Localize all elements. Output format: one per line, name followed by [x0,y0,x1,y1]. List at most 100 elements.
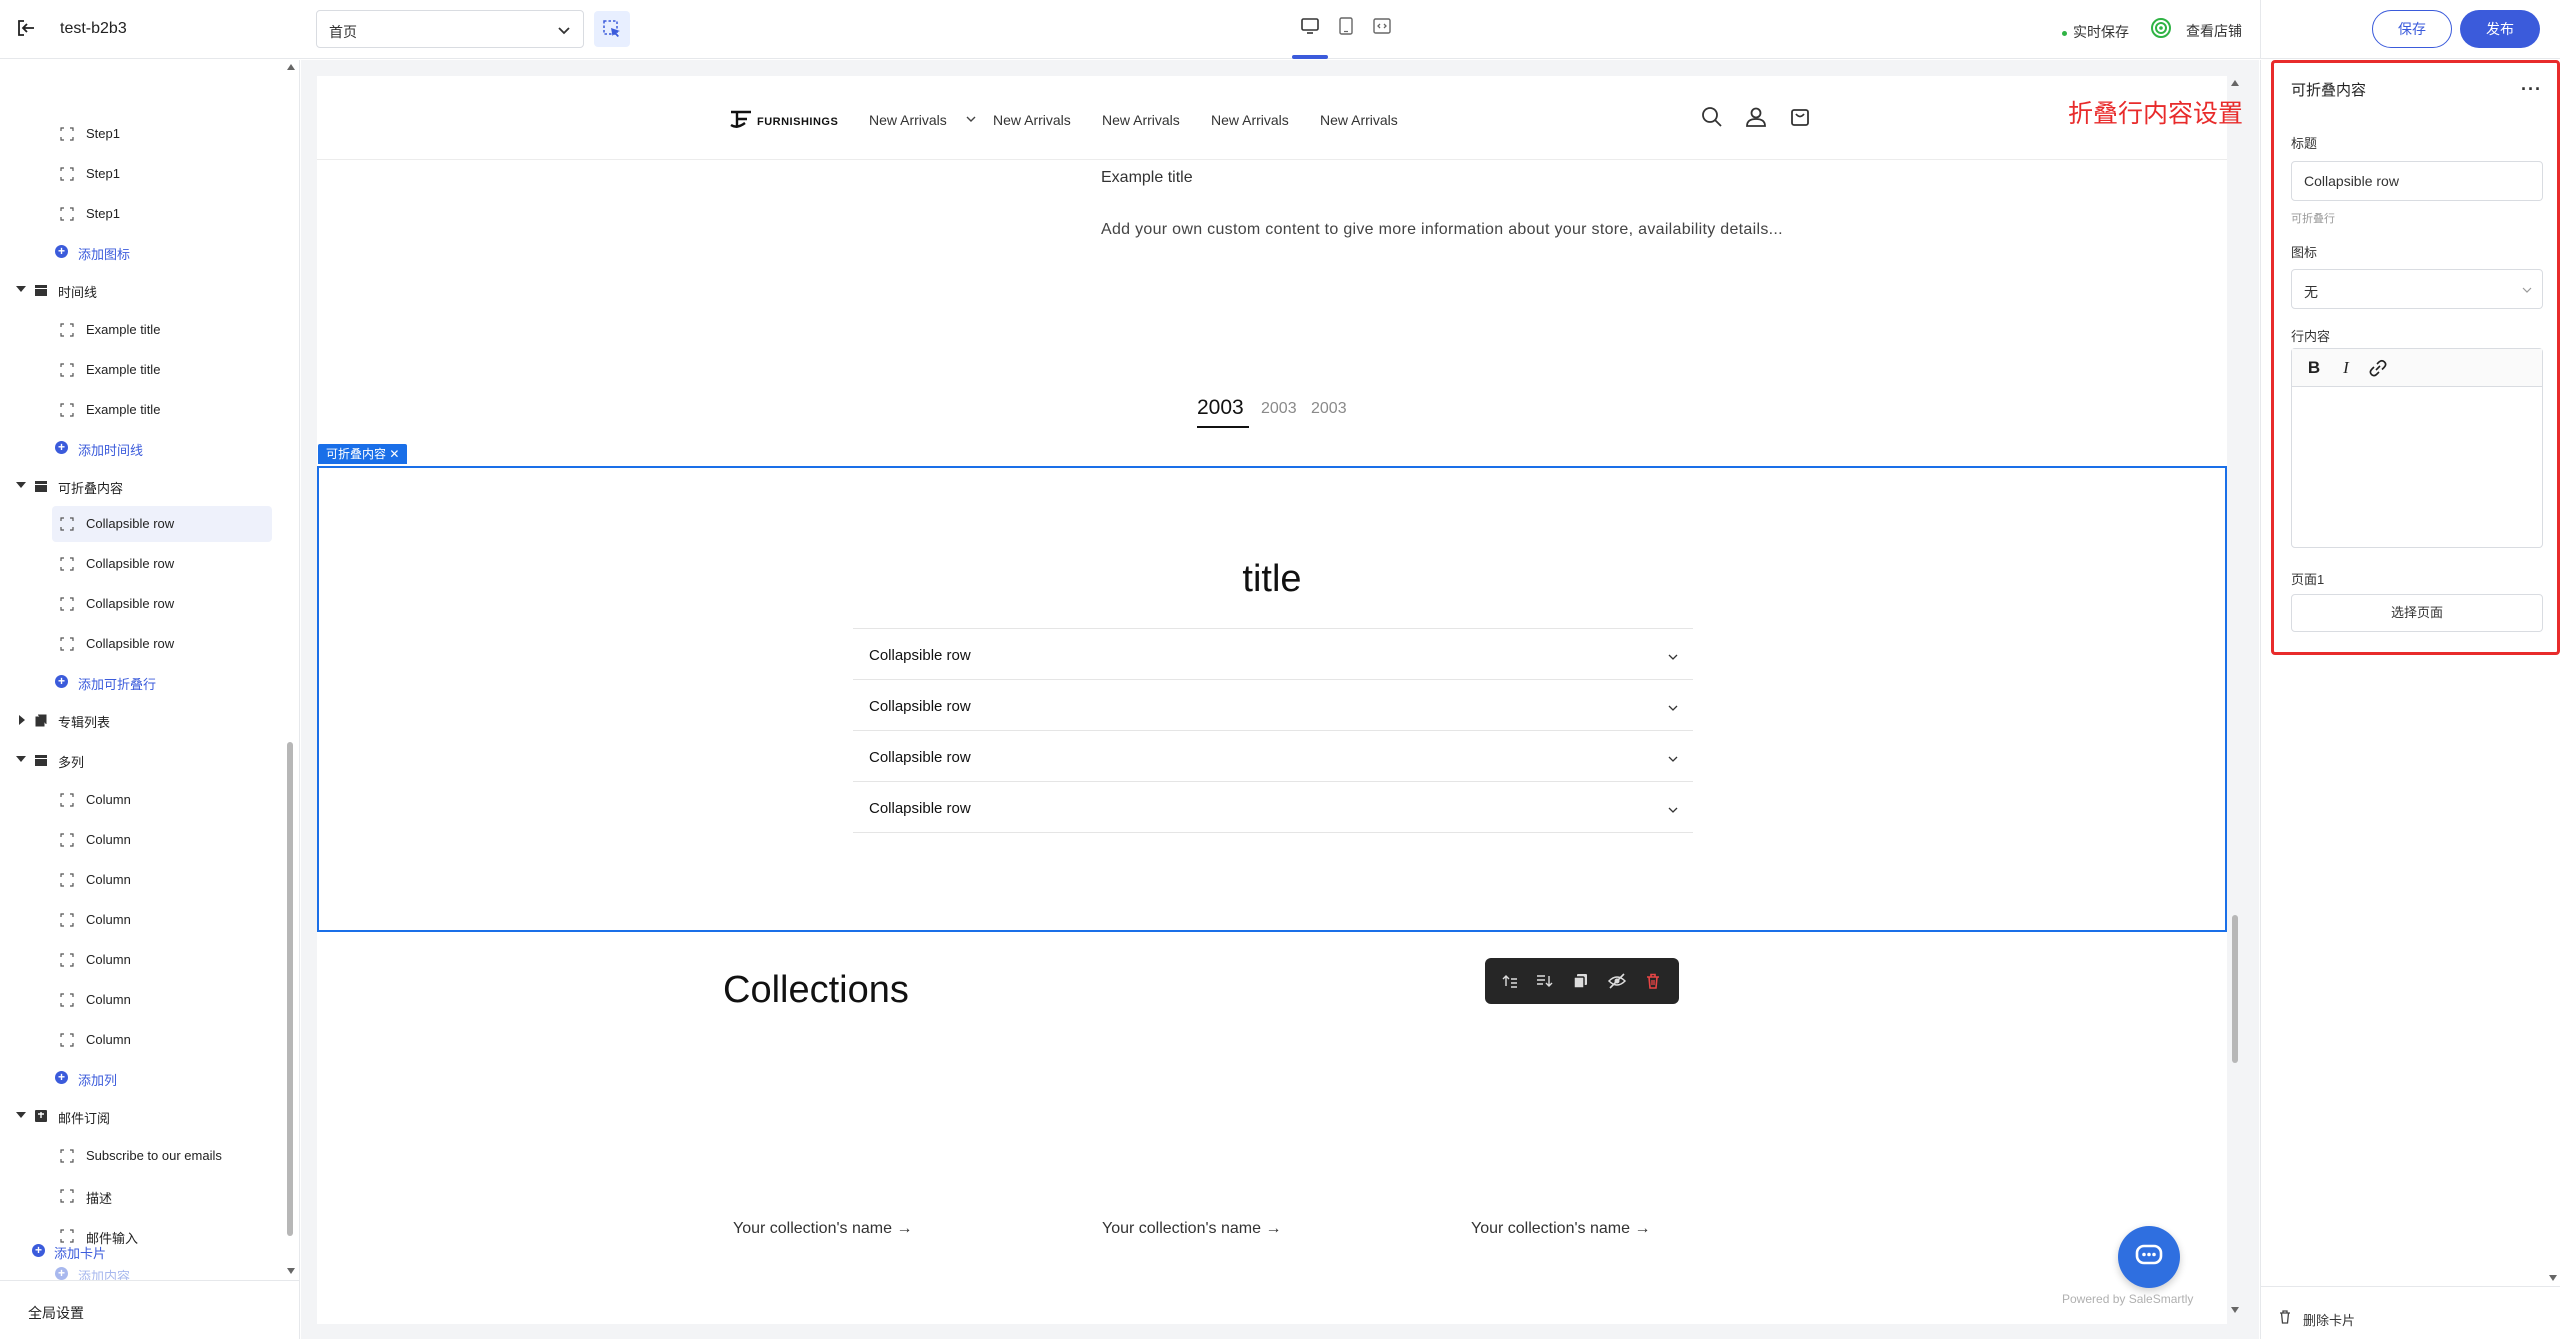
timeline-tab[interactable]: 2003 [1311,400,1347,418]
nav-item[interactable]: New Arrivals [993,112,1071,128]
powered-by-label: Powered by SaleSmartly [2062,1292,2194,1306]
add-card-label: 添加卡片 [54,1246,107,1261]
caret-right-icon[interactable] [19,715,25,725]
publish-button[interactable]: 发布 [2460,10,2540,48]
more-options-icon[interactable]: ··· [2521,79,2542,100]
desktop-view-button[interactable] [1295,11,1325,41]
block-frame-icon [60,363,74,377]
block-frame-icon [60,1149,74,1163]
section-icon [35,481,47,492]
add-column-label: 添加列 [78,1073,118,1088]
tree-item-label: Collapsible row [86,556,175,571]
page-select-value: 首页 [329,24,357,40]
nav-item[interactable]: New Arrivals [1102,112,1180,128]
heading-field[interactable] [2291,161,2543,201]
chevron-down-icon [966,116,976,122]
tree-item-label: Step1 [86,206,120,221]
nav-item[interactable]: New Arrivals [1211,112,1289,128]
choose-page-button[interactable]: 选择页面 [2291,594,2543,632]
duplicate-icon[interactable] [1571,971,1591,991]
block-frame-icon [60,517,74,531]
editor-toolbar: B I [2292,349,2542,387]
caret-down-icon[interactable] [16,1112,26,1118]
block-frame-icon [60,207,74,221]
account-icon[interactable] [1743,104,1769,130]
tree-group-label: 可折叠内容 [58,481,124,496]
code-view-button[interactable] [1367,11,1397,41]
collapsible-row[interactable]: Collapsible row [853,782,1693,833]
caret-down-icon[interactable] [16,756,26,762]
global-settings-button[interactable]: 全局设置 [0,1280,300,1339]
scroll-down-arrow[interactable] [2549,1275,2557,1281]
scroll-down-arrow[interactable] [287,1268,295,1274]
section-action-toolbar [1485,958,1679,1004]
heading-input[interactable] [2292,162,2542,200]
chat-widget-button[interactable] [2118,1226,2180,1288]
page-select[interactable]: 首页 [316,10,584,48]
block-frame-icon [60,1033,74,1047]
tree-item-label: Collapsible row [86,516,175,531]
scroll-down-arrow[interactable] [2231,1307,2239,1313]
canvas-scrollbar[interactable] [2232,915,2238,1063]
trash-icon [2280,1310,2290,1324]
timeline-tab[interactable]: 2003 [1261,400,1297,418]
cart-icon[interactable] [1787,104,1813,130]
nav-item[interactable]: New Arrivals [869,112,947,128]
tablet-view-button[interactable] [1331,11,1361,41]
add-icon-label: 添加图标 [78,247,131,262]
icon-select[interactable]: 无 [2291,269,2543,309]
scroll-up-arrow[interactable] [2231,80,2239,86]
collapsible-row[interactable]: Collapsible row [853,680,1693,731]
selected-section-tag[interactable]: 可折叠内容 ✕ [318,444,408,464]
top-bar: test-b2b3 首页 实时保存 查看店铺 保存 发布 [0,0,2560,59]
collapsible-row[interactable]: Collapsible row [853,731,1693,782]
collection-link[interactable]: Your collection's name → [1102,1220,1281,1238]
collection-icon [35,714,47,727]
collapsible-content-section[interactable]: title Collapsible row Collapsible row Co… [317,466,2227,932]
search-icon[interactable] [1699,104,1725,130]
delete-card-button[interactable]: 删除卡片 [2261,1286,2560,1339]
global-settings-label: 全局设置 [28,1305,84,1321]
tree-item-label: Column [86,832,131,847]
icon-select-value: 无 [2304,284,2318,300]
exit-icon[interactable] [14,16,38,40]
bold-icon[interactable]: B [2304,358,2324,378]
logo-text: FURNISHINGS [757,116,839,128]
collection-link[interactable]: Your collection's name → [1471,1220,1650,1238]
panel-title: 可折叠内容 [2291,82,2367,99]
tree-item-label: Collapsible row [86,636,175,651]
chevron-down-icon [1668,756,1678,762]
collapsible-row[interactable]: Collapsible row [853,629,1693,680]
caret-down-icon[interactable] [16,482,26,488]
delete-card-label: 删除卡片 [2303,1313,2356,1328]
collapsible-row-label: Collapsible row [869,800,971,817]
block-frame-icon [60,833,74,847]
timeline-tab-active[interactable]: 2003 [1197,396,1244,420]
link-icon[interactable] [2368,358,2388,378]
close-icon[interactable]: ✕ [386,447,399,461]
store-name: test-b2b3 [60,20,127,37]
move-up-icon[interactable] [1499,971,1519,991]
tree-item-label: Example title [86,362,161,377]
save-button[interactable]: 保存 [2372,10,2452,48]
hide-icon[interactable] [1607,971,1627,991]
sidebar-scrollbar[interactable] [287,742,293,1236]
collapsible-row-label: Collapsible row [869,698,971,715]
italic-icon[interactable]: I [2336,358,2356,378]
plus-icon: + [55,1267,68,1280]
block-frame-icon [60,1229,74,1243]
store-preview: FURNISHINGS New Arrivals New Arrivals Ne… [317,76,2227,1324]
store-logo-icon [2151,18,2171,38]
tree-item-collapsible-row-selected[interactable]: Collapsible row [52,506,272,542]
caret-down-icon[interactable] [16,286,26,292]
tree-item-label: Column [86,792,131,807]
delete-icon[interactable] [1643,971,1663,991]
tree-item-label: Step1 [86,166,120,181]
select-element-button[interactable] [594,11,630,47]
nav-item[interactable]: New Arrivals [1320,112,1398,128]
collection-link[interactable]: Your collection's name → [733,1220,912,1238]
divider [2260,0,2261,59]
move-down-icon[interactable] [1535,971,1555,991]
row-content-editor[interactable]: B I [2291,348,2543,548]
scroll-up-arrow[interactable] [287,64,295,70]
